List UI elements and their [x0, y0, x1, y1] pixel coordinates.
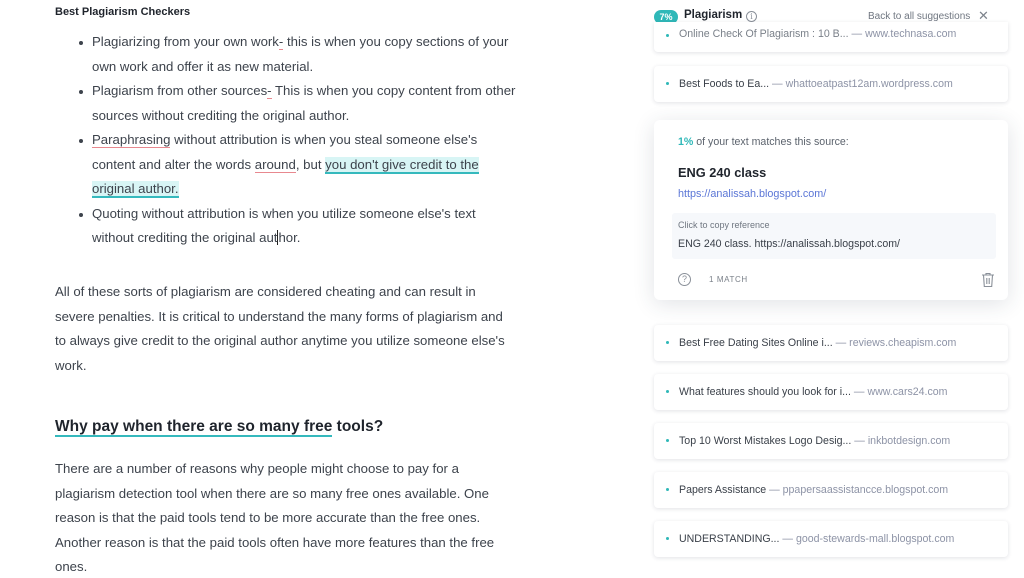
source-card[interactable]: What features should you look for i... —… — [654, 374, 1008, 410]
source-card[interactable]: Papers Assistance — ppapersaassistancce.… — [654, 472, 1008, 508]
trash-icon[interactable] — [981, 272, 995, 288]
match-percent: 1% — [678, 136, 694, 148]
plagiarism-panel: 7% Plagiarism i Back to all suggestions … — [640, 0, 1024, 578]
source-title: Online Check Of Plagiarism : 10 B... — [679, 28, 849, 40]
source-card[interactable]: Online Check Of Plagiarism : 10 B... — w… — [654, 22, 1008, 52]
bullet-dot-icon — [666, 82, 669, 85]
list-item[interactable]: Paraphrasing without attribution is when… — [78, 128, 518, 202]
source-title: Best Foods to Ea... — [679, 78, 770, 90]
list-item[interactable]: Plagiarizing from your own work- this is… — [78, 30, 518, 79]
source-domain: — www.technasa.com — [851, 28, 957, 40]
bullet-dot-icon — [666, 537, 669, 540]
help-icon[interactable]: ? — [678, 273, 691, 286]
paragraph[interactable]: All of these sorts of plagiarism are con… — [55, 280, 515, 378]
reference-text: ENG 240 class. https://analissah.blogspo… — [678, 238, 900, 250]
section-heading[interactable]: Why pay when there are so many free tool… — [55, 418, 383, 437]
source-domain: — www.cars24.com — [853, 386, 948, 398]
source-domain: — good-stewards-mall.blogspot.com — [782, 533, 955, 545]
list-item[interactable]: Plagiarism from other sources- This is w… — [78, 79, 518, 128]
source-card[interactable]: UNDERSTANDING... — good-stewards-mall.bl… — [654, 521, 1008, 557]
copy-reference-button[interactable]: Click to copy reference ENG 240 class. h… — [672, 213, 996, 259]
source-domain: — ppapersaassistancce.blogspot.com — [769, 484, 949, 496]
source-detail-card: 1% of your text matches this source: ENG… — [654, 120, 1008, 300]
source-url-link[interactable]: https://analissah.blogspot.com/ — [678, 188, 826, 200]
paragraph[interactable]: There are a number of reasons why people… — [55, 457, 515, 578]
error-word-around[interactable]: around — [254, 156, 296, 173]
error-word-paraphrasing[interactable]: Paraphrasing — [92, 132, 171, 148]
bullet-dot-icon — [666, 341, 669, 344]
source-title: ENG 240 class — [678, 165, 767, 180]
source-title: Papers Assistance — [679, 484, 767, 496]
source-domain: — whattoeatpast12am.wordpress.com — [772, 78, 953, 90]
source-title: Top 10 Worst Mistakes Logo Desig... — [679, 435, 852, 447]
list-item[interactable]: Quoting without attribution is when you … — [78, 202, 518, 251]
match-summary: 1% of your text matches this source: — [678, 136, 849, 148]
bullet-dot-icon — [666, 34, 669, 37]
bullet-dot-icon — [666, 488, 669, 491]
copy-reference-label: Click to copy reference — [678, 220, 770, 230]
source-title: UNDERSTANDING... — [679, 533, 780, 545]
source-title: Best Free Dating Sites Online i... — [679, 337, 833, 349]
source-domain: — reviews.cheapism.com — [835, 337, 957, 349]
bullet-dot-icon — [666, 439, 669, 442]
document-title: Best Plagiarism Checkers — [55, 6, 191, 18]
plagiarism-types-list: Plagiarizing from your own work- this is… — [78, 30, 518, 251]
source-card[interactable]: Best Free Dating Sites Online i... — rev… — [654, 325, 1008, 361]
source-domain: — inkbotdesign.com — [854, 435, 951, 447]
source-card[interactable]: Best Foods to Ea... — whattoeatpast12am.… — [654, 66, 1008, 102]
source-card[interactable]: Top 10 Worst Mistakes Logo Desig... — in… — [654, 423, 1008, 459]
match-count: 1 MATCH — [709, 275, 748, 284]
source-title: What features should you look for i... — [679, 386, 851, 398]
bullet-dot-icon — [666, 390, 669, 393]
document-editor[interactable]: Best Plagiarism Checkers Plagiarizing fr… — [0, 0, 600, 578]
heading-highlight[interactable]: Why pay when there are so many free — [55, 418, 333, 437]
